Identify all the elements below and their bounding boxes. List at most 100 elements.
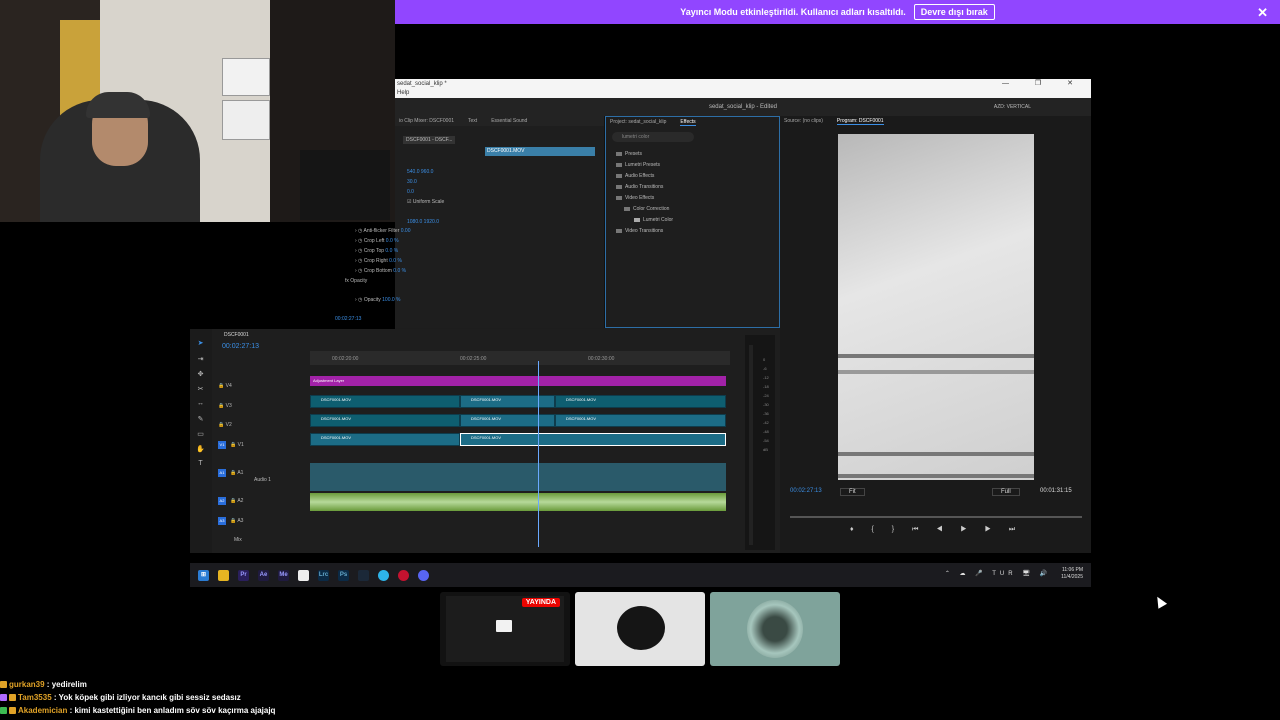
razor-icon[interactable]: ✂ — [196, 385, 205, 394]
track-header-v3[interactable]: 🔒 V3 — [218, 403, 232, 409]
track-select-icon[interactable]: ⇥ — [196, 355, 205, 364]
audio-clip-a2[interactable] — [310, 493, 726, 511]
video-clip[interactable]: DSCF0001.MOV — [555, 414, 726, 427]
video-clip[interactable]: DSCF0001.MOV — [460, 414, 555, 427]
premiere-icon[interactable]: Pr — [238, 569, 249, 581]
crop-right-value[interactable]: 0.0 % — [389, 258, 402, 264]
type-icon[interactable]: T — [196, 460, 205, 469]
window-title: sedat_social_klip * — [397, 81, 447, 87]
windows-start-icon[interactable]: ⊞ — [198, 569, 209, 581]
video-clip[interactable]: DSCF0001.MOV — [310, 414, 460, 427]
anchor-value[interactable]: 1080.0 1920.0 — [407, 219, 439, 225]
effects-item-video-effects[interactable]: Video Effects — [625, 195, 654, 201]
tab-clip-mixer[interactable]: io Clip Mixer: DSCF0001 — [399, 118, 454, 124]
language-indicator[interactable]: TUR — [992, 571, 1016, 577]
edge-icon[interactable] — [378, 569, 389, 581]
effects-item-presets[interactable]: Presets — [625, 151, 642, 157]
track-target-toggle[interactable]: A3 — [218, 517, 226, 525]
tab-program[interactable]: Program: DSCF0001 — [836, 118, 884, 125]
program-frame[interactable] — [838, 134, 1034, 480]
antiflicker-value[interactable]: 0.00 — [401, 228, 411, 234]
tab-essential-sound[interactable]: Essential Sound — [491, 118, 527, 124]
video-clip[interactable]: DSCF0001.MOV — [310, 433, 460, 446]
track-target-toggle[interactable]: A1 — [218, 469, 226, 477]
chat-username[interactable]: Akademician — [18, 706, 67, 715]
playhead[interactable] — [538, 361, 539, 547]
scale-value[interactable]: 30.0 — [407, 179, 417, 185]
crop-top-value[interactable]: 0.0 % — [385, 248, 398, 254]
screen-share-tile[interactable]: YAYINDA — [440, 592, 570, 666]
disable-streamer-mode-button[interactable]: Devre dışı bırak — [913, 4, 995, 20]
slip-icon[interactable]: ↔ — [196, 400, 205, 409]
program-scrubber[interactable] — [790, 516, 1082, 518]
hand-icon[interactable]: ✋ — [196, 445, 205, 454]
window-controls[interactable]: — ❐ ✕ — [1002, 79, 1085, 89]
fit-dropdown[interactable]: Fit — [840, 488, 865, 496]
rotation-value[interactable]: 0.0 — [407, 189, 414, 195]
ripple-edit-icon[interactable]: ✥ — [196, 370, 205, 379]
track-header-v1[interactable]: V1 🔒 V1 — [218, 441, 244, 449]
effects-item-lumetri-presets[interactable]: Lumetri Presets — [625, 162, 660, 168]
workspace-label[interactable]: AZD: VERTICAL — [994, 98, 1031, 116]
effects-item-audio-transitions[interactable]: Audio Transitions — [625, 184, 663, 190]
files-icon[interactable] — [298, 569, 309, 581]
system-tray[interactable]: ⌃ ☁ 🎤 TUR 🖥 🔊 — [945, 570, 1051, 577]
tab-source[interactable]: Source: (no clips) — [784, 118, 823, 124]
track-target-toggle[interactable]: A2 — [218, 497, 226, 505]
video-clip[interactable]: DSCF0001.MOV — [555, 395, 726, 408]
opacity-section-label[interactable]: fx Opacity — [345, 278, 367, 284]
clip-bar[interactable]: DSCF0001.MOV — [485, 147, 595, 156]
effects-item-video-transitions[interactable]: Video Transitions — [625, 228, 663, 234]
track-header-a2[interactable]: A2 🔒 A2 — [218, 497, 243, 505]
track-header-v4[interactable]: 🔒 V4 — [218, 383, 232, 389]
media-encoder-icon[interactable]: Me — [278, 569, 289, 581]
timeline-ruler[interactable]: 00:02:20:00 00:02:25:00 00:02:30:00 — [310, 351, 730, 365]
steam-icon[interactable] — [358, 569, 369, 581]
sequence-tab[interactable]: DSCF0001 — [224, 332, 249, 338]
chat-text: yedirelim — [51, 680, 87, 689]
position-value[interactable]: 540.0 960.0 — [407, 169, 433, 175]
app-icon[interactable] — [398, 569, 409, 581]
clock[interactable]: 11:06 PM 11/4/2025 — [1061, 567, 1083, 581]
clip-tab[interactable]: DSCF0001 - DSCF... — [403, 136, 456, 144]
track-target-toggle[interactable]: V1 — [218, 441, 226, 449]
close-icon[interactable]: ✕ — [1257, 5, 1268, 21]
adjustment-layer-clip[interactable]: Adjustment Layer — [310, 376, 726, 386]
lightroom-icon[interactable]: Lrc — [318, 569, 329, 581]
rectangle-icon[interactable]: ▭ — [196, 430, 205, 439]
folder-icon — [616, 173, 622, 178]
effects-item-audio-effects[interactable]: Audio Effects — [625, 173, 654, 179]
monitor-tabs: Source: (no clips) Program: DSCF0001 — [780, 116, 1091, 126]
badge-icon — [0, 707, 7, 715]
opacity-value[interactable]: 100.0 % — [382, 297, 400, 303]
track-header-v2[interactable]: 🔒 V2 — [218, 422, 232, 428]
menu-help[interactable]: Help — [397, 90, 409, 96]
chat-username[interactable]: gurkan39 — [9, 680, 45, 689]
selection-tool-icon[interactable]: ➤ — [196, 339, 205, 348]
quality-dropdown[interactable]: Full — [992, 488, 1020, 496]
participant-tile[interactable] — [710, 592, 840, 666]
photoshop-icon[interactable]: Ps — [338, 569, 349, 581]
video-clip[interactable]: DSCF0001.MOV — [460, 395, 555, 408]
crop-left-value[interactable]: 0.0 % — [386, 238, 399, 244]
pen-icon[interactable]: ✎ — [196, 415, 205, 424]
audio-clip-a1b[interactable] — [310, 481, 726, 491]
effects-item-color-correction[interactable]: Color Correction — [633, 206, 669, 212]
participant-tile[interactable] — [575, 592, 705, 666]
crop-bottom-value[interactable]: 0.0 % — [393, 268, 406, 274]
effects-search-input[interactable]: lumetri color — [612, 132, 694, 142]
tab-project[interactable]: Project: sedat_social_klip — [610, 119, 666, 125]
tab-text[interactable]: Text — [468, 118, 477, 124]
chat-username[interactable]: Tam3535 — [18, 693, 52, 702]
discord-icon[interactable] — [418, 569, 429, 581]
file-explorer-icon[interactable] — [218, 569, 229, 581]
tab-effects[interactable]: Effects — [680, 119, 696, 126]
track-header-a1[interactable]: A1 🔒 A1 — [218, 469, 243, 477]
video-clip[interactable]: DSCF0001.MOV — [310, 395, 460, 408]
after-effects-icon[interactable]: Ae — [258, 569, 269, 581]
track-header-a3[interactable]: A3 🔒 A3 — [218, 517, 243, 525]
video-clip[interactable]: DSCF0001.MOV — [460, 433, 726, 446]
audio-clip-a1[interactable] — [310, 463, 726, 481]
transport-controls[interactable]: ♦ { } ⏮ ◀ ▶ ▶ ⏭ — [850, 526, 1023, 534]
effects-item-lumetri-color[interactable]: Lumetri Color — [643, 217, 673, 223]
